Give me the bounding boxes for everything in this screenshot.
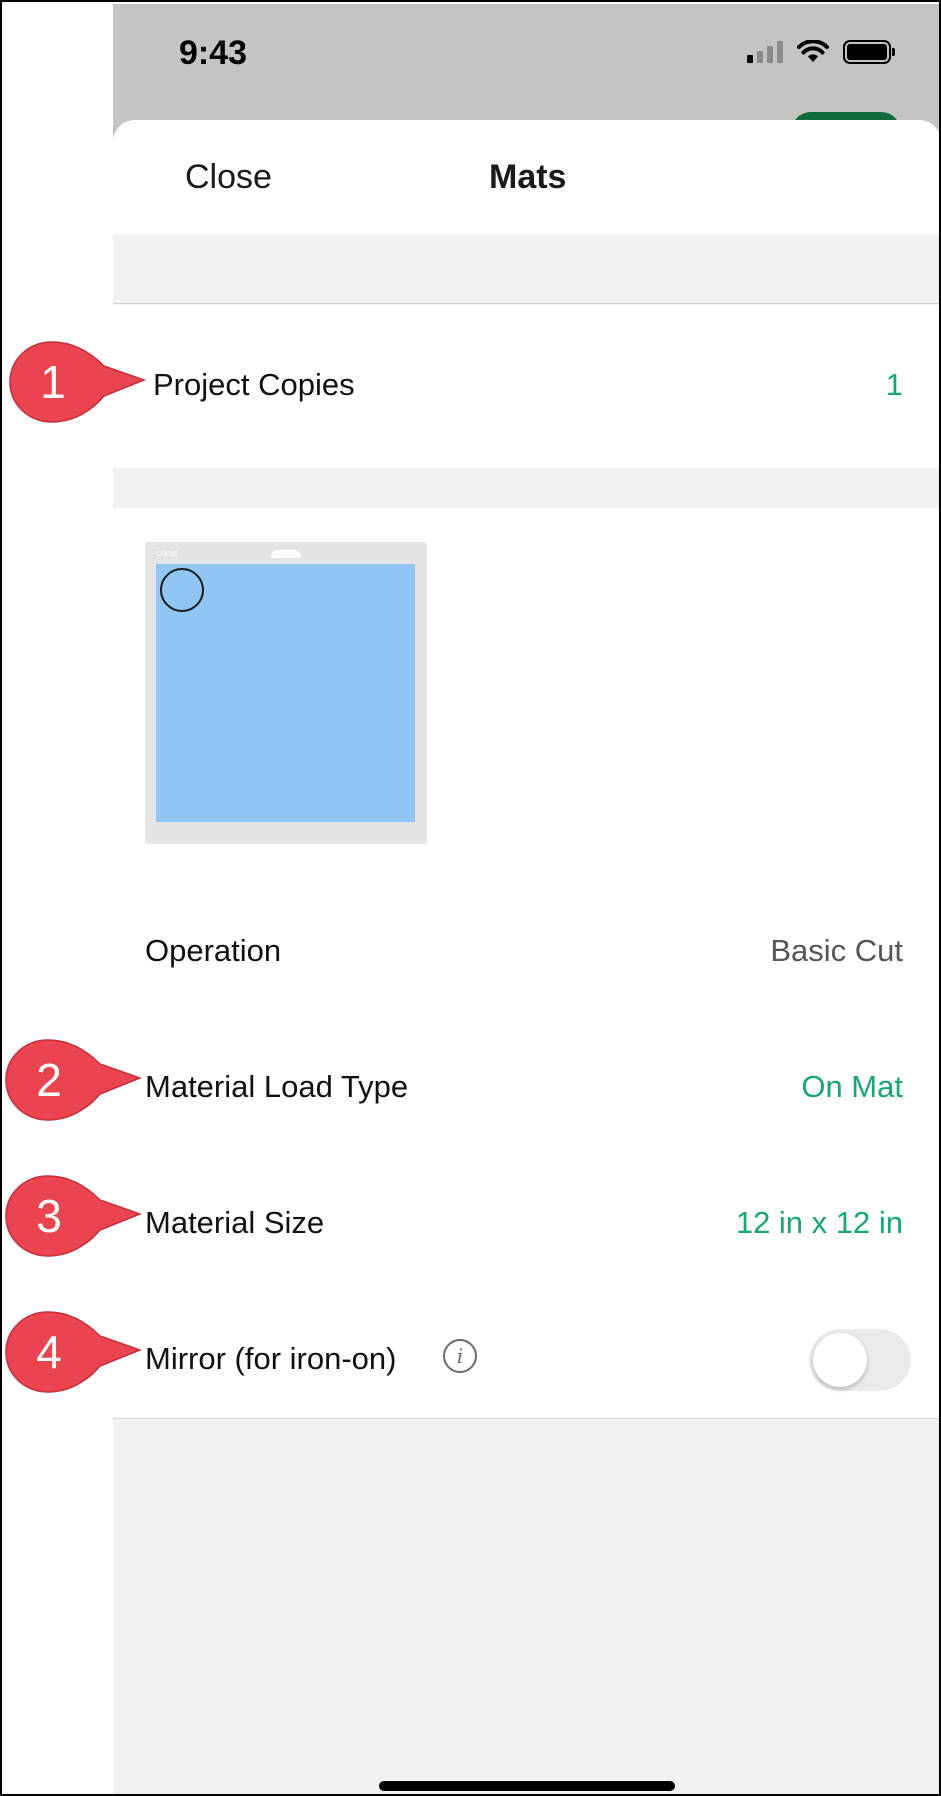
status-icons bbox=[747, 40, 895, 64]
operation-value[interactable]: Basic Cut bbox=[770, 933, 903, 969]
mats-sheet: Close Mats Project Copies 1 cricut Opera… bbox=[113, 120, 939, 1794]
material-load-type-label: Material Load Type bbox=[145, 1069, 409, 1104]
section-divider bbox=[113, 234, 939, 304]
cellular-signal-icon bbox=[747, 41, 783, 63]
callout-2: 2 bbox=[4, 1038, 144, 1122]
mirror-row: Mirror (for iron-on) i bbox=[113, 1319, 939, 1399]
project-copies-row[interactable]: Project Copies 1 bbox=[113, 305, 939, 468]
mat-material bbox=[156, 564, 415, 822]
mirror-label: Mirror (for iron-on) bbox=[145, 1341, 397, 1376]
mat-notch bbox=[271, 550, 301, 558]
material-load-type-row[interactable]: Material Load Type On Mat bbox=[113, 1047, 939, 1127]
callout-4: 4 bbox=[4, 1310, 144, 1394]
phone-screen: 9:43 Close Mats Project Copies 1 cricut … bbox=[113, 4, 939, 1794]
project-copies-label: Project Copies bbox=[153, 367, 355, 402]
close-button[interactable]: Close bbox=[185, 158, 272, 197]
material-size-row[interactable]: Material Size 12 in x 12 in bbox=[113, 1183, 939, 1263]
sheet-title: Mats bbox=[489, 158, 567, 196]
material-load-type-value[interactable]: On Mat bbox=[801, 1069, 903, 1105]
callout-number: 4 bbox=[36, 1326, 62, 1378]
operation-row[interactable]: Operation Basic Cut bbox=[113, 911, 939, 991]
callout-1: 1 bbox=[8, 340, 148, 424]
section-divider bbox=[113, 468, 939, 508]
battery-icon bbox=[843, 40, 895, 64]
home-indicator bbox=[379, 1781, 675, 1791]
callout-3: 3 bbox=[4, 1174, 144, 1258]
info-icon[interactable]: i bbox=[443, 1339, 477, 1373]
screenshot-frame: 9:43 Close Mats Project Copies 1 cricut … bbox=[0, 0, 941, 1796]
material-size-value[interactable]: 12 in x 12 in bbox=[736, 1205, 903, 1241]
material-size-label: Material Size bbox=[145, 1205, 325, 1240]
sheet-header: Close Mats bbox=[113, 120, 939, 234]
callout-number: 2 bbox=[36, 1054, 62, 1106]
mat-preview[interactable]: cricut bbox=[145, 542, 427, 844]
callout-number: 3 bbox=[36, 1190, 62, 1242]
project-copies-value[interactable]: 1 bbox=[886, 367, 903, 403]
wifi-icon bbox=[797, 40, 829, 62]
mat-section: cricut Operation Basic Cut Material Load… bbox=[113, 508, 939, 1419]
operation-label: Operation bbox=[145, 933, 282, 968]
circle-shape bbox=[160, 568, 204, 612]
status-time: 9:43 bbox=[179, 34, 248, 72]
callout-number: 1 bbox=[40, 356, 66, 408]
toggle-knob bbox=[813, 1333, 867, 1387]
mirror-toggle[interactable] bbox=[809, 1329, 911, 1391]
mat-brand-logo: cricut bbox=[156, 548, 178, 558]
status-bar: 9:43 bbox=[113, 4, 939, 104]
